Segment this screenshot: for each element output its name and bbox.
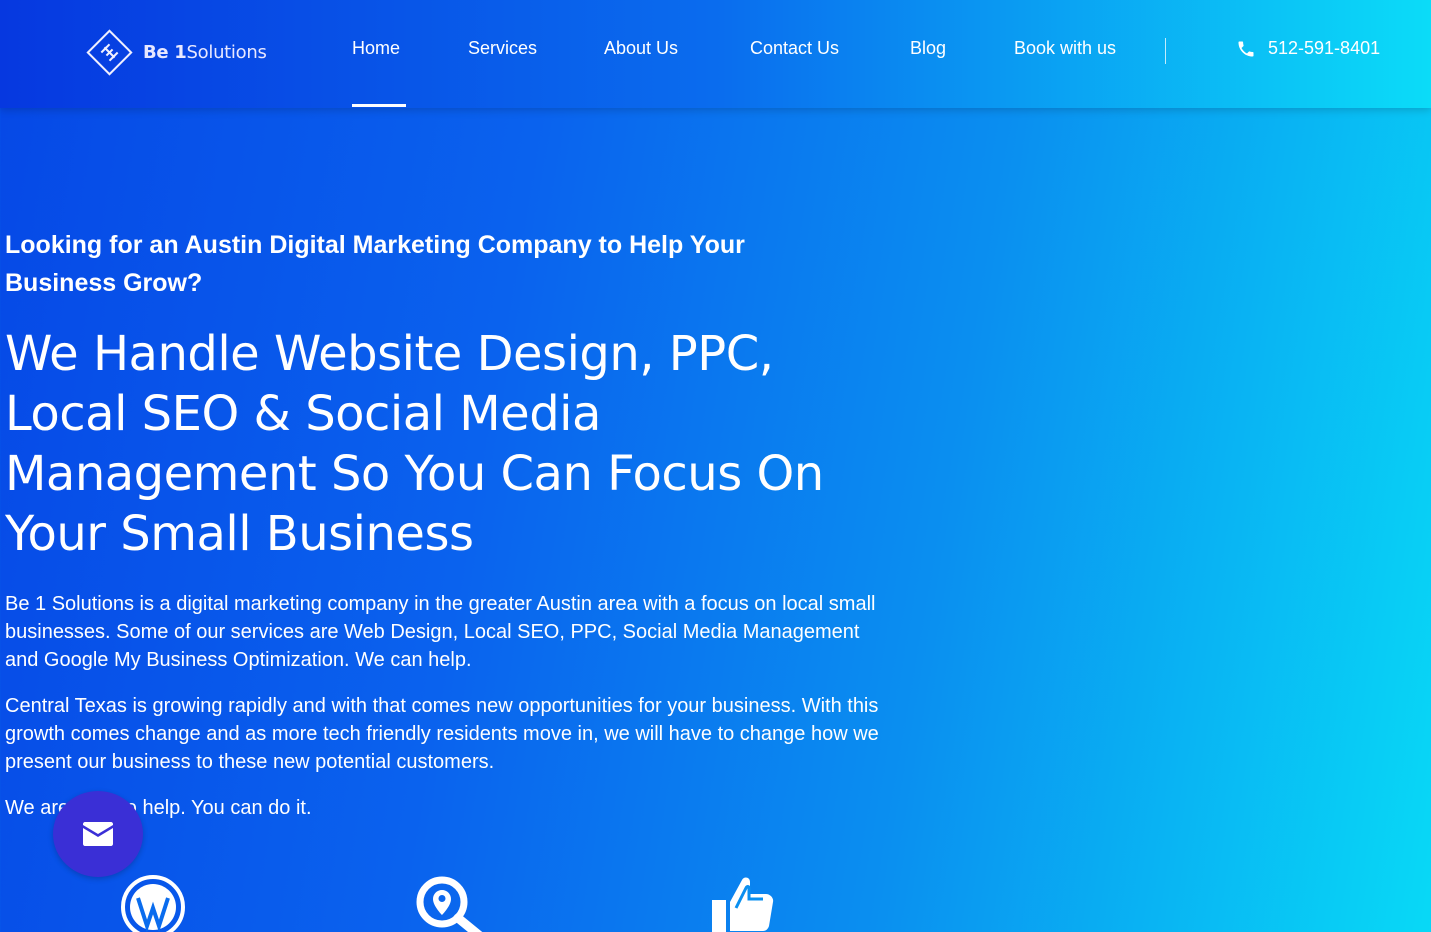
- logo-diamond-icon: [86, 28, 133, 76]
- mail-icon: [83, 822, 113, 846]
- nav-contact-us[interactable]: Contact Us: [750, 38, 839, 59]
- nav-active-indicator: [352, 104, 406, 107]
- seo-search-icon: [416, 876, 483, 932]
- nav-about-us[interactable]: About Us: [604, 38, 678, 59]
- hero-subheading: Looking for an Austin Digital Marketing …: [5, 231, 745, 297]
- nav-divider: [1165, 38, 1166, 64]
- wordpress-icon: [121, 875, 185, 932]
- site-header: Be 1Solutions Home Services About Us Con…: [0, 0, 1431, 108]
- phone-icon: [1238, 41, 1254, 56]
- nav-home[interactable]: Home: [352, 38, 400, 59]
- phone-number: 512-591-8401: [1268, 38, 1381, 58]
- thumbs-up-icon: [712, 877, 774, 932]
- phone-link[interactable]: 512-591-8401: [1236, 38, 1380, 59]
- contact-mail-button[interactable]: [53, 791, 143, 877]
- hero-paragraph-1: Be 1 Solutions is a digital marketing co…: [5, 593, 876, 671]
- site-logo[interactable]: Be 1Solutions: [84, 27, 267, 77]
- logo-text: Be 1Solutions: [143, 41, 267, 63]
- hero-headline: We Handle Website Design, PPC, Local SEO…: [5, 326, 824, 562]
- nav-services[interactable]: Services: [468, 38, 537, 59]
- nav-book-with-us[interactable]: Book with us: [1014, 38, 1116, 59]
- nav-blog[interactable]: Blog: [910, 38, 946, 59]
- hero-paragraph-2: Central Texas is growing rapidly and wit…: [5, 695, 879, 773]
